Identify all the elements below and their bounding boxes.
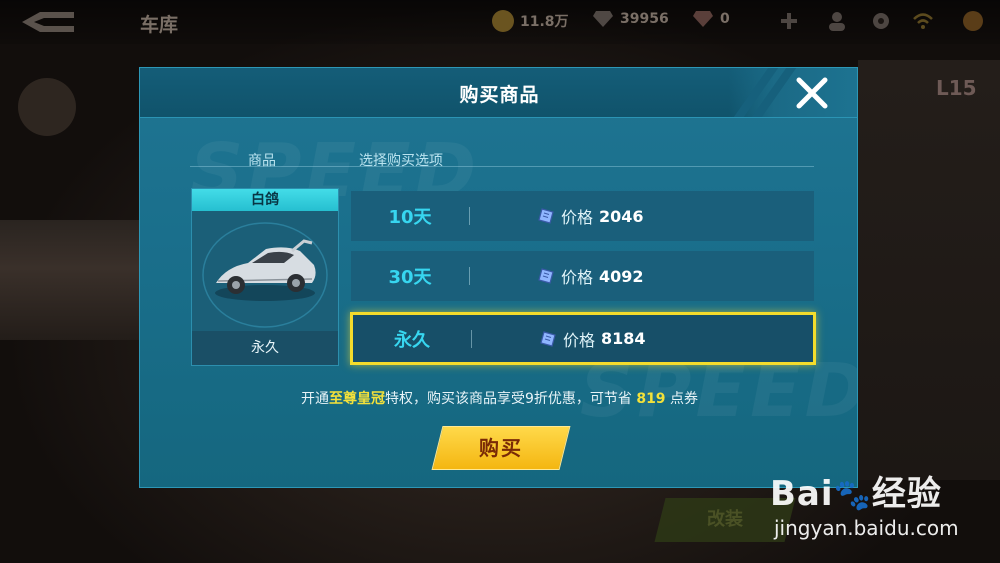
side-menu-icon [18, 78, 76, 136]
option-divider [471, 329, 472, 348]
column-item-header: 商品 [248, 153, 276, 169]
ticket-icon [538, 208, 554, 224]
gear-icon[interactable] [870, 10, 892, 32]
diamond-icon [593, 11, 613, 27]
back-logo-icon[interactable] [18, 8, 78, 36]
item-card: 白鸽 永久 [191, 188, 339, 366]
dialog-title: 购买商品 [459, 84, 540, 106]
saving-amount: 819 [636, 391, 666, 407]
column-options-header: 选择购买选项 [359, 153, 443, 169]
add-icon[interactable] [778, 10, 800, 32]
car-image [202, 222, 328, 328]
option-days: 10天 [388, 207, 432, 228]
option-divider [469, 267, 470, 285]
garage-scene [0, 220, 140, 340]
option-days: 30天 [388, 267, 432, 288]
dialog-header: 购买商品 [140, 68, 857, 118]
close-icon[interactable] [793, 74, 831, 112]
option-10-days[interactable]: 10天 价格 2046 [351, 191, 814, 241]
wifi-icon [913, 13, 933, 29]
promo-text: 开通至尊皇冠特权，购买该商品享受9折优惠，可节省 819 点券 [300, 391, 699, 407]
level-badge: L15 [936, 76, 977, 100]
option-permanent[interactable]: 永久 价格 8184 [350, 312, 816, 365]
item-duration: 永久 [192, 331, 338, 365]
diamond-balance: 39956 [592, 10, 669, 28]
side-panel: L15 [858, 60, 1000, 480]
gem-icon [693, 11, 713, 27]
close-game-icon[interactable] [962, 10, 984, 32]
header-divider [190, 166, 814, 167]
option-price: 价格 8184 [539, 315, 646, 362]
purchase-dialog: SPEED SPEED 购买商品 商品 选择购买选项 白鸽 永久 10天 价格 … [139, 67, 858, 488]
coin-balance: 11.8万 [492, 10, 569, 32]
buy-button-label: 购买 [479, 436, 523, 460]
ticket-icon [538, 268, 554, 284]
page-title: 车库 [140, 14, 179, 36]
option-days: 永久 [394, 329, 430, 351]
option-price: 价格 2046 [537, 191, 644, 241]
paw-icon: 🐾 [833, 478, 872, 513]
friends-icon[interactable] [826, 10, 848, 32]
option-30-days[interactable]: 30天 价格 4092 [351, 251, 814, 301]
vip-link[interactable]: 至尊皇冠 [329, 391, 385, 407]
coin-icon [492, 10, 514, 32]
item-name: 白鸽 [192, 189, 338, 211]
option-divider [469, 207, 470, 225]
top-bar: 车库 11.8万 39956 0 [0, 0, 1000, 44]
buy-button[interactable]: 购买 [431, 426, 571, 470]
watermark-url: jingyan.baidu.com [774, 516, 959, 540]
watermark-brand: Bai🐾经验 [770, 474, 942, 514]
baidu-watermark: Bai🐾经验 jingyan.baidu.com [770, 460, 990, 550]
gem-balance: 0 [692, 10, 730, 28]
ticket-icon [540, 330, 556, 347]
option-price: 价格 4092 [537, 251, 644, 301]
